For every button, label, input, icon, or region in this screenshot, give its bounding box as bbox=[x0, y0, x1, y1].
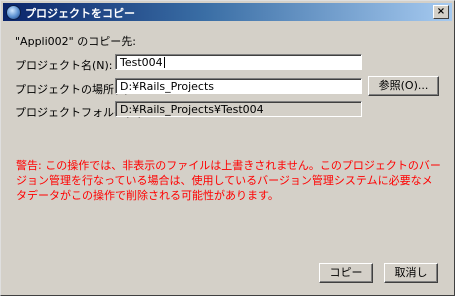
warning-message: 警告: この操作では、非表示のファイルは上書きされません。このプロジェクトのバー… bbox=[16, 159, 441, 202]
title-bar[interactable]: プロジェクトをコピー × bbox=[3, 3, 452, 21]
app-icon bbox=[6, 5, 21, 20]
header-text: "Appli002" のコピー先: bbox=[15, 35, 136, 48]
project-location-input[interactable]: D:¥Rails_Projects bbox=[115, 78, 362, 94]
text-caret bbox=[163, 57, 165, 68]
window-title: プロジェクトをコピー bbox=[25, 7, 135, 20]
cancel-button[interactable]: 取消し bbox=[384, 263, 438, 283]
project-name-input[interactable]: Test004 bbox=[115, 54, 362, 70]
copy-project-dialog: プロジェクトをコピー × "Appli002" のコピー先: プロジェクト名(N… bbox=[0, 0, 455, 296]
project-folder-field: D:¥Rails_Projects¥Test004 bbox=[115, 101, 362, 117]
copy-button[interactable]: コピー bbox=[319, 263, 373, 283]
close-button[interactable]: × bbox=[433, 5, 449, 19]
browse-button[interactable]: 参照(O)... bbox=[368, 76, 439, 96]
project-name-value: Test004 bbox=[120, 56, 163, 69]
project-name-label: プロジェクト名(N): bbox=[15, 59, 113, 72]
